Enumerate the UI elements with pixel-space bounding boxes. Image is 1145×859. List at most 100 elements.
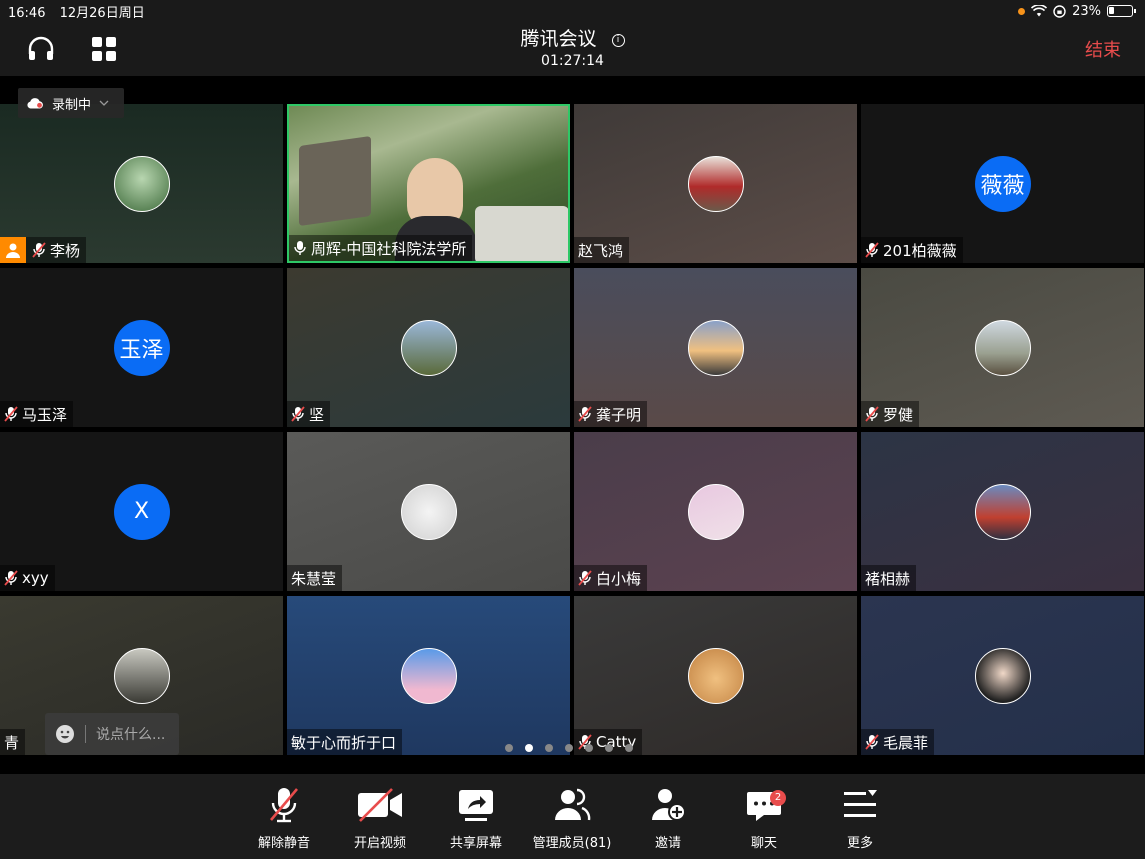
more-button[interactable]: 更多 [812,786,908,851]
status-time: 16:46 [8,5,46,21]
participant-tile[interactable]: 褚相赫 [861,432,1144,591]
participant-name-tag: 坚 [287,401,331,427]
mic-muted-icon [578,570,592,586]
mic-muted-icon [4,406,18,422]
meeting-timer: 01:27:14 [541,53,604,69]
participant-tile[interactable]: 周辉-中国社科院法学所 [287,104,570,263]
avatar [687,647,744,704]
participant-name-tag: 龚子明 [574,401,648,427]
avatar [400,647,457,704]
participant-tile[interactable]: 李杨 [0,104,283,263]
participant-tile[interactable]: 毛晨菲 [861,596,1144,755]
mic-muted-icon [865,406,879,422]
recording-indicator[interactable]: 录制中 [18,88,124,118]
avatar: 薇薇 [974,155,1031,212]
avatar [687,483,744,540]
participant-name-tag: 敏于心而折于口 [287,729,403,755]
meeting-title: 腾讯会议 [520,28,597,50]
share-screen-label: 共享屏幕 [449,836,502,851]
start-video-button[interactable]: 开启视频 [332,786,428,851]
chat-button[interactable]: 2 聊天 [716,786,812,851]
participant-name: 龚子明 [596,405,642,424]
end-meeting-button[interactable]: 结束 [1085,36,1121,62]
avatar [974,647,1031,704]
unmute-button[interactable]: 解除静音 [236,786,332,851]
video-grid: 李杨 周辉-中国社科院法学所 赵飞鸿 薇薇 201柏薇薇 玉泽 马玉泽坚龚子明 罗健 Xxyy 朱… [0,104,1145,756]
chevron-down-icon [99,100,109,106]
participant-name-tag: 李杨 [0,237,87,263]
manage-members-button[interactable]: 管理成员(81) [524,786,620,851]
bottom-toolbar: 解除静音 开启视频 共享屏幕 管理成员(81) 邀请 2 聊天 更多 [0,774,1145,859]
participant-tile[interactable]: 敏于心而折于口 [287,596,570,755]
battery-percent: 23% [1072,3,1101,19]
participant-name-tag: xyy [0,565,55,591]
avatar [687,319,744,376]
mic-muted-icon [32,242,46,258]
participant-name: 201柏薇薇 [883,241,957,260]
host-icon [0,237,26,263]
mic-icon [293,240,307,256]
participant-name: 毛晨菲 [883,733,929,752]
page-dot[interactable] [565,744,573,752]
unmute-label: 解除静音 [257,836,310,851]
participant-name: 周辉-中国社科院法学所 [311,239,467,258]
participant-name-tag: 罗健 [861,401,920,427]
participant-tile[interactable]: Catty [574,596,857,755]
more-label: 更多 [846,836,873,851]
participant-tile[interactable]: 赵飞鸿 [574,104,857,263]
participant-name: 青 [4,733,20,752]
page-dot[interactable] [545,744,553,752]
invite-button[interactable]: 邀请 [620,786,716,851]
mic-muted-icon [865,734,879,750]
chat-input-placeholder: 说点什么... [96,727,166,743]
page-indicator[interactable] [505,744,633,752]
recording-label: 录制中 [52,97,92,113]
participant-name: 白小梅 [596,569,642,588]
page-dot[interactable] [585,744,593,752]
manage-members-label: 管理成员(81) [532,836,612,851]
participant-tile[interactable]: 白小梅 [574,432,857,591]
info-icon[interactable]: i [611,34,625,47]
avatar [400,483,457,540]
page-dot[interactable] [505,744,513,752]
status-date: 12月26日周日 [59,5,145,21]
divider [85,725,86,743]
mic-muted-icon [270,788,298,823]
avatar [974,483,1031,540]
page-dot[interactable] [525,744,533,752]
participant-name: 坚 [309,405,325,424]
participant-tile[interactable]: 龚子明 [574,268,857,427]
chat-quick-input[interactable]: 说点什么... [45,713,179,755]
chat-label: 聊天 [750,836,777,851]
participant-name-tag: 201柏薇薇 [861,237,963,263]
avatar [400,319,457,376]
cloud-icon [27,98,43,109]
participant-name: 罗健 [883,405,914,424]
participant-name-tag: 白小梅 [574,565,648,591]
avatar: X [113,483,170,540]
participant-tile[interactable]: 坚 [287,268,570,427]
wifi-icon [1031,5,1048,17]
participant-tile[interactable]: 朱慧莹 [287,432,570,591]
share-screen-button[interactable]: 共享屏幕 [428,786,524,851]
participant-name-tag: 青 [0,729,26,755]
camera-off-icon [358,788,402,822]
mic-muted-icon [865,242,879,258]
participant-tile[interactable]: 罗健 [861,268,1144,427]
mic-muted-icon [291,406,305,422]
participant-tile[interactable]: Xxyy [0,432,283,591]
participant-name-tag: 马玉泽 [0,401,74,427]
battery-icon [1107,5,1136,17]
mic-in-use-indicator [1018,7,1026,15]
page-dot[interactable] [605,744,613,752]
avatar [974,319,1031,376]
start-video-label: 开启视频 [353,836,406,851]
participant-tile[interactable]: 薇薇 201柏薇薇 [861,104,1144,263]
participant-name-tag: 毛晨菲 [861,729,935,755]
mic-muted-icon [578,406,592,422]
participant-tile[interactable]: 玉泽 马玉泽 [0,268,283,427]
page-dot[interactable] [625,744,633,752]
participant-name-tag: 赵飞鸿 [574,237,630,263]
participant-name: xyy [22,569,49,587]
emoji-icon [56,725,74,743]
